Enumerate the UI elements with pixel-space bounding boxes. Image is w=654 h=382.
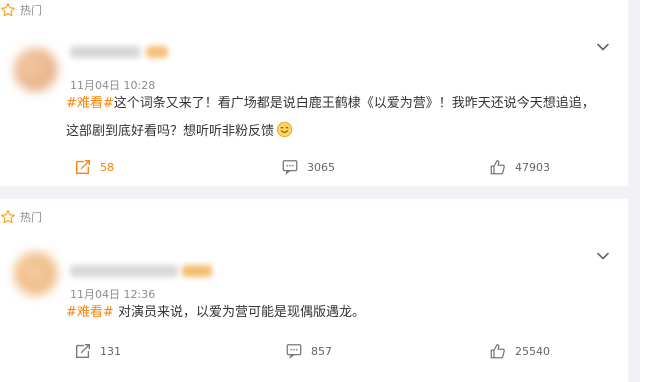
smile-emoji-icon: [276, 121, 293, 138]
star-icon: [1, 3, 15, 17]
hot-label: 热门: [0, 0, 42, 20]
comment-icon: [282, 160, 298, 176]
username-blurred[interactable]: [70, 265, 178, 277]
post-body: 这个词条又来了！看广场都是说白鹿王鹤棣《以爱为营》！我昨天还说今天想追追，这部剧…: [66, 96, 595, 139]
hot-label-text: 热门: [20, 4, 42, 17]
star-icon: [1, 210, 15, 224]
like-button[interactable]: 25540: [489, 342, 550, 360]
username-blurred[interactable]: [70, 46, 140, 58]
like-count: 25540: [515, 344, 550, 358]
chevron-down-icon[interactable]: [596, 40, 610, 54]
like-icon: [490, 160, 505, 175]
chevron-down-icon[interactable]: [596, 249, 610, 263]
post-card: 热门 11月04日 12:36 #难看# 对演员来说，以爱为营可能是现偶版遇龙。…: [0, 199, 628, 382]
repost-icon: [76, 160, 90, 174]
repost-button[interactable]: 58: [74, 158, 114, 176]
repost-button[interactable]: 131: [74, 342, 121, 360]
repost-icon: [76, 344, 90, 358]
repost-count: 131: [100, 344, 121, 358]
weibo-feed: 热门 11月04日 10:28 #难看#这个词条又来了！看广场都是说白鹿王鹤棣《…: [0, 0, 628, 382]
post-text: #难看# 对演员来说，以爱为营可能是现偶版遇龙。: [66, 299, 606, 327]
comment-count: 857: [311, 344, 332, 358]
right-panel-edge: [640, 0, 654, 382]
hot-label-text: 热门: [20, 211, 42, 224]
like-button[interactable]: 47903: [489, 158, 550, 176]
hashtag-link[interactable]: #难看#: [66, 96, 114, 111]
comment-button[interactable]: 857: [285, 342, 332, 360]
post-card: 热门 11月04日 10:28 #难看#这个词条又来了！看广场都是说白鹿王鹤棣《…: [0, 0, 628, 186]
comment-icon: [286, 344, 302, 360]
repost-count: 58: [100, 160, 114, 174]
user-badge-blurred: [182, 265, 212, 277]
like-icon: [490, 344, 505, 359]
hashtag-link[interactable]: #难看#: [66, 305, 114, 320]
avatar[interactable]: [14, 48, 58, 92]
user-badge-blurred: [146, 46, 168, 58]
like-count: 47903: [515, 160, 550, 174]
comment-count: 3065: [307, 160, 335, 174]
post-text: #难看#这个词条又来了！看广场都是说白鹿王鹤棣《以爱为营》！我昨天还说今天想追追…: [66, 90, 606, 146]
comment-button[interactable]: 3065: [281, 158, 335, 176]
post-body: 对演员来说，以爱为营可能是现偶版遇龙。: [117, 305, 365, 320]
hot-label: 热门: [0, 207, 42, 227]
avatar[interactable]: [14, 252, 58, 296]
